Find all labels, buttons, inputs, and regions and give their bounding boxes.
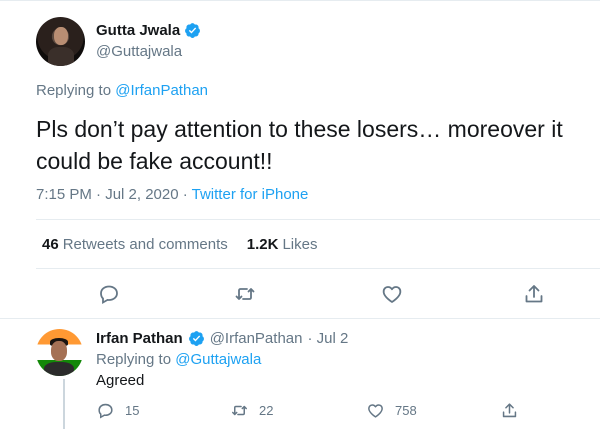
source-link[interactable]: Twitter for iPhone [192, 186, 309, 203]
replying-to-link[interactable]: @IrfanPathan [115, 82, 208, 99]
retweet-button[interactable]: 22 [230, 401, 273, 420]
avatar-face [54, 27, 68, 45]
replying-prefix: Replying to [36, 82, 116, 99]
avatar[interactable] [36, 17, 85, 66]
likes-label: Likes [282, 236, 318, 253]
reply-icon [98, 403, 113, 419]
reply-tweet[interactable]: Irfan Pathan @IrfanPathan · Jul 2 Replyi… [0, 318, 600, 429]
verified-icon [185, 23, 201, 38]
replying-to: Replying to @IrfanPathan [36, 82, 208, 99]
divider [36, 219, 600, 220]
avatar[interactable] [36, 329, 83, 376]
like-icon [368, 404, 383, 418]
avatar-body [48, 47, 74, 66]
replying-prefix: Replying to [96, 351, 176, 368]
avatar-face [51, 341, 67, 361]
share-button[interactable] [500, 401, 519, 420]
author-name[interactable]: Gutta Jwala [96, 22, 201, 39]
reply-author-name[interactable]: Irfan Pathan [96, 330, 183, 347]
thread-line [63, 379, 65, 429]
avatar-shirt [44, 362, 74, 376]
retweet-icon [235, 288, 255, 300]
likes-count: 1.2K [246, 236, 279, 253]
tweet-stats: 46 Retweets and comments 1.2K Likes [42, 236, 317, 253]
reply-date[interactable]: · Jul 2 [307, 330, 348, 347]
retweets-stat[interactable]: 46 Retweets and comments [42, 236, 228, 253]
reply-author-handle[interactable]: @IrfanPathan [210, 330, 303, 347]
author-handle[interactable]: @Guttajwala [96, 43, 182, 60]
reply-text: Agreed [96, 372, 145, 389]
reply-header: Irfan Pathan @IrfanPathan · Jul 2 [96, 330, 348, 347]
reply-button[interactable]: 15 [96, 401, 139, 420]
retweets-label: Retweets and comments [62, 236, 228, 253]
like-button[interactable]: 758 [366, 401, 417, 420]
like-icon [382, 286, 402, 303]
verified-icon [188, 331, 204, 346]
replying-to: Replying to @Guttajwala [96, 351, 261, 368]
retweet-button[interactable] [233, 282, 257, 306]
reply-count: 15 [125, 403, 140, 418]
retweet-count: 22 [259, 403, 274, 418]
tweet-meta: 7:15 PM · Jul 2, 2020 · Twitter for iPho… [36, 186, 308, 203]
main-tweet: Gutta Jwala @Guttajwala Replying to @Irf… [0, 0, 600, 318]
reply-button[interactable] [97, 282, 121, 306]
timestamp[interactable]: 7:15 PM · Jul 2, 2020 · [36, 186, 192, 203]
tweet-text: Pls don’t pay attention to these losers…… [36, 116, 563, 174]
share-icon [502, 403, 517, 418]
like-count: 758 [395, 403, 417, 418]
reply-icon [100, 285, 118, 305]
share-button[interactable] [522, 282, 546, 306]
divider [36, 268, 600, 269]
replying-to-link[interactable]: @Guttajwala [175, 351, 261, 368]
like-button[interactable] [380, 282, 404, 306]
share-icon [525, 285, 543, 303]
retweet-icon [232, 405, 247, 416]
likes-stat[interactable]: 1.2K Likes [247, 236, 318, 253]
retweets-count: 46 [42, 236, 59, 253]
author-name-text[interactable]: Gutta Jwala [96, 22, 180, 39]
